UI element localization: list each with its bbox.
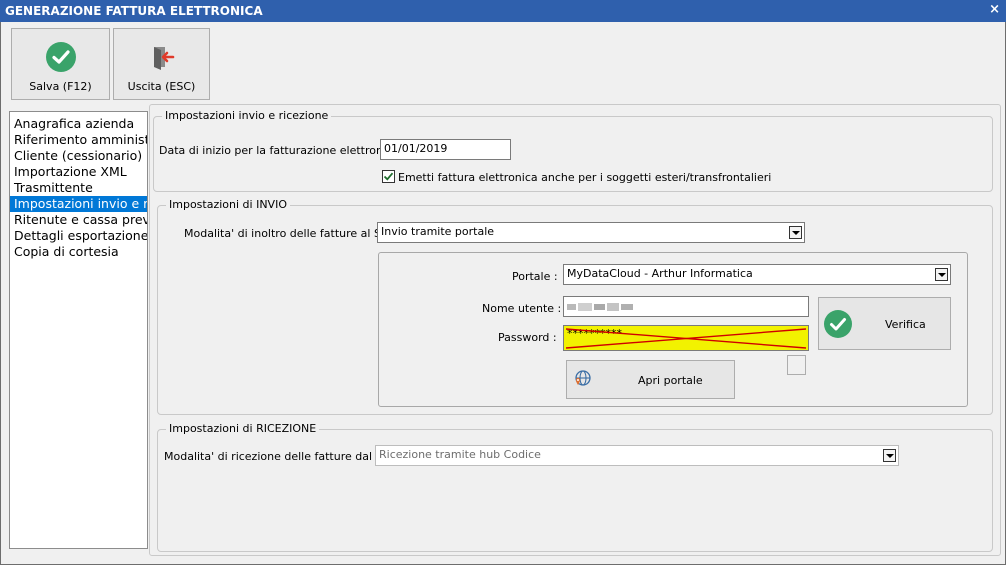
open-portal-button[interactable]: Apri portale — [566, 360, 735, 399]
window-title: GENERAZIONE FATTURA ELETTRONICA — [5, 4, 263, 18]
close-icon[interactable]: × — [989, 2, 1000, 17]
globe-pin-icon — [575, 370, 591, 386]
portal-label: Portale : — [512, 270, 558, 283]
open-portal-label: Apri portale — [638, 374, 703, 387]
settings-nav-list[interactable]: Anagrafica azienda Riferimento amministr… — [9, 111, 148, 549]
nav-item-copia-cortesia[interactable]: Copia di cortesia — [10, 244, 147, 260]
blurred-username-icon — [567, 303, 633, 311]
nav-item-cliente[interactable]: Cliente (cessionario) — [10, 148, 147, 164]
receive-mode-label: Modalita' di ricezione delle fatture dal… — [164, 450, 402, 463]
nav-item-ritenute-cassa[interactable]: Ritenute e cassa previd — [10, 212, 147, 228]
save-button-label: Salva (F12) — [29, 80, 92, 93]
foreign-invoice-label: Emetti fattura elettronica anche per i s… — [398, 171, 772, 184]
receive-mode-value: Ricezione tramite hub Codice — [379, 448, 541, 461]
portal-select[interactable]: MyDataCloud - Arthur Informatica — [563, 264, 951, 285]
nav-item-trasmittente[interactable]: Trasmittente — [10, 180, 147, 196]
password-input[interactable]: ********** — [563, 325, 809, 351]
password-label: Password : — [498, 331, 557, 344]
username-input[interactable] — [563, 296, 809, 317]
title-bar: GENERAZIONE FATTURA ELETTRONICA × — [0, 0, 1006, 22]
save-button[interactable]: Salva (F12) — [11, 28, 110, 100]
portal-value: MyDataCloud - Arthur Informatica — [567, 267, 753, 280]
nav-item-riferimento-amministrativo[interactable]: Riferimento amministra — [10, 132, 147, 148]
strike-cross-icon — [565, 328, 807, 349]
verify-button[interactable]: Verifica — [818, 297, 951, 350]
start-date-label: Data di inizio per la fatturazione elett… — [159, 144, 407, 157]
nav-item-dettagli-esportazione[interactable]: Dettagli esportazione — [10, 228, 147, 244]
send-mode-value: Invio tramite portale — [381, 225, 495, 238]
small-options-button[interactable] — [787, 355, 806, 375]
start-date-input[interactable]: 01/01/2019 — [380, 139, 511, 160]
foreign-invoice-checkbox[interactable] — [382, 170, 395, 183]
nav-item-importazione-xml[interactable]: Importazione XML — [10, 164, 147, 180]
check-circle-icon — [824, 310, 852, 338]
nav-item-anagrafica-azienda[interactable]: Anagrafica azienda — [10, 116, 147, 132]
exit-button-label: Uscita (ESC) — [127, 80, 196, 93]
chevron-down-icon[interactable] — [789, 226, 802, 239]
checkmark-icon — [383, 172, 394, 181]
send-mode-label: Modalita' di inoltro delle fatture al SD… — [184, 227, 400, 240]
receive-mode-select[interactable]: Ricezione tramite hub Codice — [375, 445, 899, 466]
exit-button[interactable]: Uscita (ESC) — [113, 28, 210, 100]
send-mode-select[interactable]: Invio tramite portale — [377, 222, 805, 243]
nav-item-impostazioni-invio[interactable]: Impostazioni invio e ric — [10, 196, 147, 212]
chevron-down-icon[interactable] — [883, 449, 896, 462]
general-settings-title: Impostazioni invio e ricezione — [162, 109, 332, 122]
invio-settings-title: Impostazioni di INVIO — [166, 198, 290, 211]
verify-button-label: Verifica — [885, 318, 926, 331]
exit-door-icon — [153, 47, 174, 70]
ricezione-settings-title: Impostazioni di RICEZIONE — [166, 422, 320, 435]
chevron-down-icon[interactable] — [935, 268, 948, 281]
check-circle-icon — [45, 42, 76, 72]
username-label: Nome utente : — [482, 302, 562, 315]
